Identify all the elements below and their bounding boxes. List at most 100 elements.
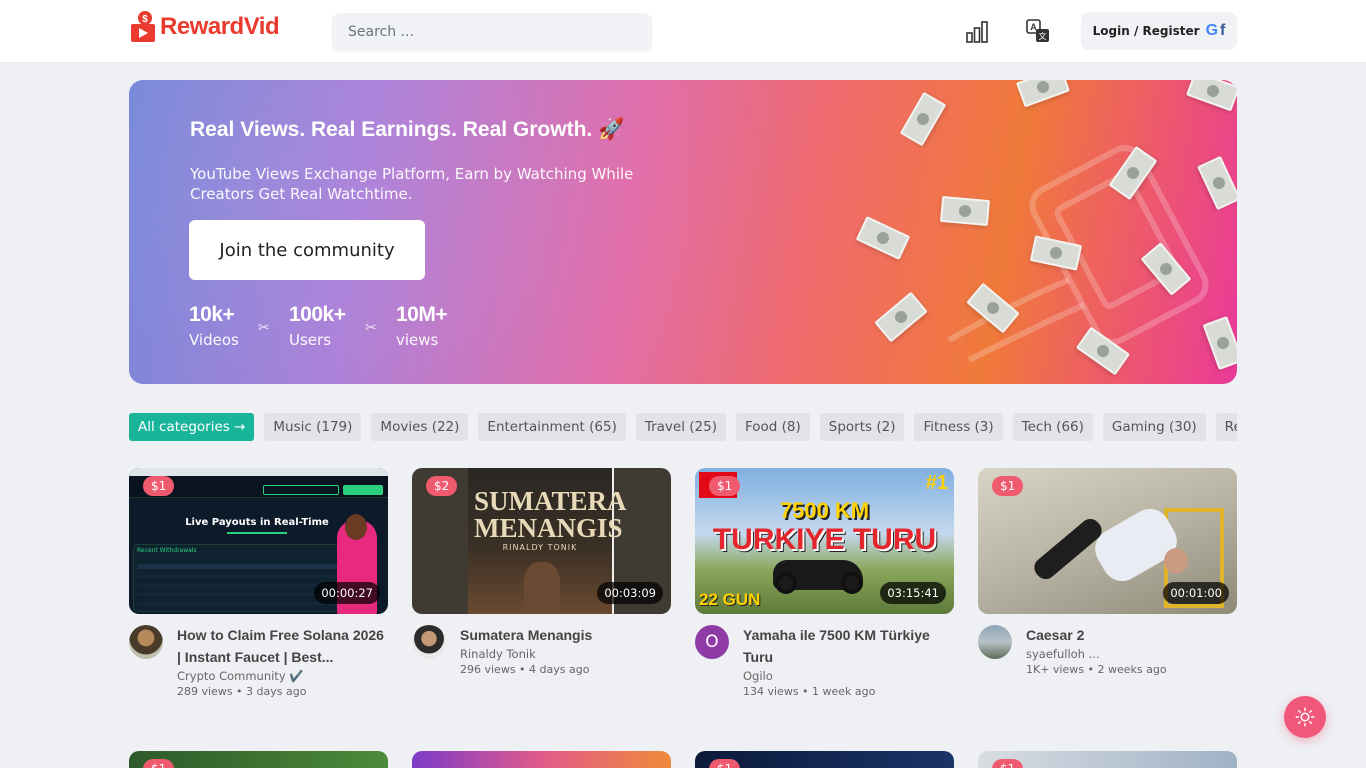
video-stats: 134 views • 1 week ago [743, 685, 876, 698]
thumb-browser-bar [129, 468, 388, 476]
price-badge-partial: $1 [992, 759, 1024, 768]
stat-value: 10M+ [396, 303, 448, 326]
hero-title: Real Views. Real Earnings. Real Growth. … [190, 118, 625, 141]
video-card[interactable]: #1 7500 KM TURKIYE TURU 22 GUN $1 03:15:… [695, 468, 954, 698]
thumb-person-head [1164, 548, 1188, 574]
thumb-rank: #1 [925, 472, 948, 494]
category-chip-gaming[interactable]: Gaming (30) [1102, 413, 1206, 441]
stat-views: 10M+ views [396, 303, 448, 349]
channel-name[interactable]: Rinaldy Tonik [460, 647, 671, 661]
theme-toggle-button[interactable] [1284, 696, 1326, 738]
svg-text:$: $ [142, 14, 148, 25]
thumb-presenter-head [345, 514, 367, 540]
hero-subtitle: YouTube Views Exchange Platform, Earn by… [190, 165, 634, 203]
leaderboard-icon[interactable] [965, 20, 989, 44]
price-badge: $1 [143, 476, 175, 496]
thumb-pill [343, 485, 383, 495]
price-badge-partial: $1 [709, 759, 741, 768]
category-chip-sports[interactable]: Sports (2) [819, 413, 905, 441]
thumb-subtitle: TURKIYE TURU [712, 523, 937, 556]
duration-badge: 03:15:41 [880, 582, 946, 604]
thumb-row [137, 593, 343, 596]
category-chip-entertainment[interactable]: Entertainment (65) [478, 413, 626, 441]
video-title[interactable]: Yamaha ile 7500 KM Türkiye Turu [743, 624, 954, 668]
avatar-letter: O [705, 632, 719, 652]
category-chip-food[interactable]: Food (8) [735, 413, 810, 441]
thumb-field [263, 485, 339, 495]
money-bill [939, 195, 991, 227]
video-meta: Caesar 2 syaefulloh ... 1K+ views • 2 we… [978, 624, 1237, 676]
category-filter-bar: All categories → Music (179) Movies (22)… [129, 413, 1237, 441]
thumb-headline: SUMATERA MENANGIS [474, 486, 627, 543]
category-chip-tech[interactable]: Tech (66) [1012, 413, 1093, 441]
channel-avatar[interactable] [412, 625, 446, 659]
thumb-headline: 7500 KM [779, 498, 870, 523]
category-chip-real-estate[interactable]: Real Esta [1215, 413, 1237, 441]
money-illustration [947, 145, 1209, 363]
search-input[interactable] [348, 24, 652, 40]
video-stats: 289 views • 3 days ago [177, 685, 307, 698]
stat-users: 100k+ Users [289, 303, 346, 349]
video-meta: Sumatera Menangis Rinaldy Tonik 296 view… [412, 624, 671, 676]
video-thumbnail[interactable]: Live Payouts in Real-Time Recent Withdra… [129, 468, 388, 614]
stat-label: Videos [189, 331, 239, 349]
video-thumbnail-partial[interactable]: $1 [978, 751, 1237, 768]
channel-avatar[interactable]: O [695, 625, 729, 659]
translate-icon[interactable]: A 文 [1026, 19, 1050, 43]
video-stats: 296 views • 4 days ago [460, 663, 590, 676]
channel-avatar[interactable] [978, 625, 1012, 659]
video-thumbnail[interactable]: SUMATERA MENANGIS RINALDY TONIK $2 00:03… [412, 468, 671, 614]
thumb-underline [227, 532, 287, 534]
thumb-row [137, 602, 343, 605]
category-chip-travel[interactable]: Travel (25) [635, 413, 726, 441]
duration-badge: 00:01:00 [1163, 582, 1229, 604]
video-card[interactable]: $1 00:01:00 Caesar 2 syaefulloh ... 1K+ … [978, 468, 1237, 676]
thumb-wheel [841, 572, 863, 594]
category-chip-fitness[interactable]: Fitness (3) [914, 413, 1003, 441]
thumb-child-face [524, 562, 560, 614]
logo-icon: $ [131, 11, 155, 42]
thumb-panel-title: Recent Withdrawals [137, 547, 197, 554]
category-chip-music[interactable]: Music (179) [264, 413, 362, 441]
thumb-row [137, 575, 343, 578]
video-thumbnail[interactable]: $1 00:01:00 [978, 468, 1237, 614]
thumb-wheel [775, 572, 797, 594]
join-community-button[interactable]: Join the community [189, 220, 425, 280]
logo-text: RewardVid [160, 13, 280, 40]
price-badge-partial: $1 [143, 759, 175, 768]
duration-badge: 00:00:27 [314, 582, 380, 604]
video-card[interactable]: SUMATERA MENANGIS RINALDY TONIK $2 00:03… [412, 468, 671, 676]
video-stats: 1K+ views • 2 weeks ago [1026, 663, 1167, 676]
hero-banner: Real Views. Real Earnings. Real Growth. … [129, 80, 1237, 384]
channel-name[interactable]: Ogilo [743, 669, 954, 683]
video-thumbnail[interactable]: #1 7500 KM TURKIYE TURU 22 GUN $1 03:15:… [695, 468, 954, 614]
stat-label: views [396, 331, 439, 349]
stat-value: 10k+ [189, 303, 235, 326]
price-badge: $1 [992, 476, 1024, 496]
video-title[interactable]: How to Claim Free Solana 2026 | Instant … [177, 624, 388, 668]
channel-name[interactable]: syaefulloh ... [1026, 647, 1237, 661]
stat-separator-icon: ✂ [258, 320, 270, 336]
channel-name[interactable]: Crypto Community ✔️ [177, 669, 388, 683]
facebook-icon: f [1220, 22, 1226, 39]
video-thumbnail-partial[interactable]: $1 [129, 751, 388, 768]
category-chip-all[interactable]: All categories → [129, 413, 255, 441]
stat-label: Users [289, 331, 332, 349]
search-box[interactable] [332, 13, 652, 51]
price-badge: $2 [426, 476, 458, 496]
video-title[interactable]: Sumatera Menangis [460, 624, 671, 646]
login-register-button[interactable]: Login / Register G f [1081, 12, 1237, 50]
video-thumbnail-partial[interactable]: $1 [695, 751, 954, 768]
video-meta: O Yamaha ile 7500 KM Türkiye Turu Ogilo … [695, 624, 954, 698]
thumb-row [137, 564, 343, 569]
video-thumbnail-partial[interactable] [412, 751, 671, 768]
price-badge: $1 [709, 476, 741, 496]
video-card[interactable]: Live Payouts in Real-Time Recent Withdra… [129, 468, 388, 698]
channel-avatar[interactable] [129, 625, 163, 659]
video-title[interactable]: Caesar 2 [1026, 624, 1237, 646]
category-chip-movies[interactable]: Movies (22) [371, 413, 469, 441]
site-logo[interactable]: $ RewardVid [130, 10, 280, 44]
thumb-row [137, 584, 343, 587]
sun-icon [1295, 707, 1315, 727]
stat-value: 100k+ [289, 303, 346, 326]
